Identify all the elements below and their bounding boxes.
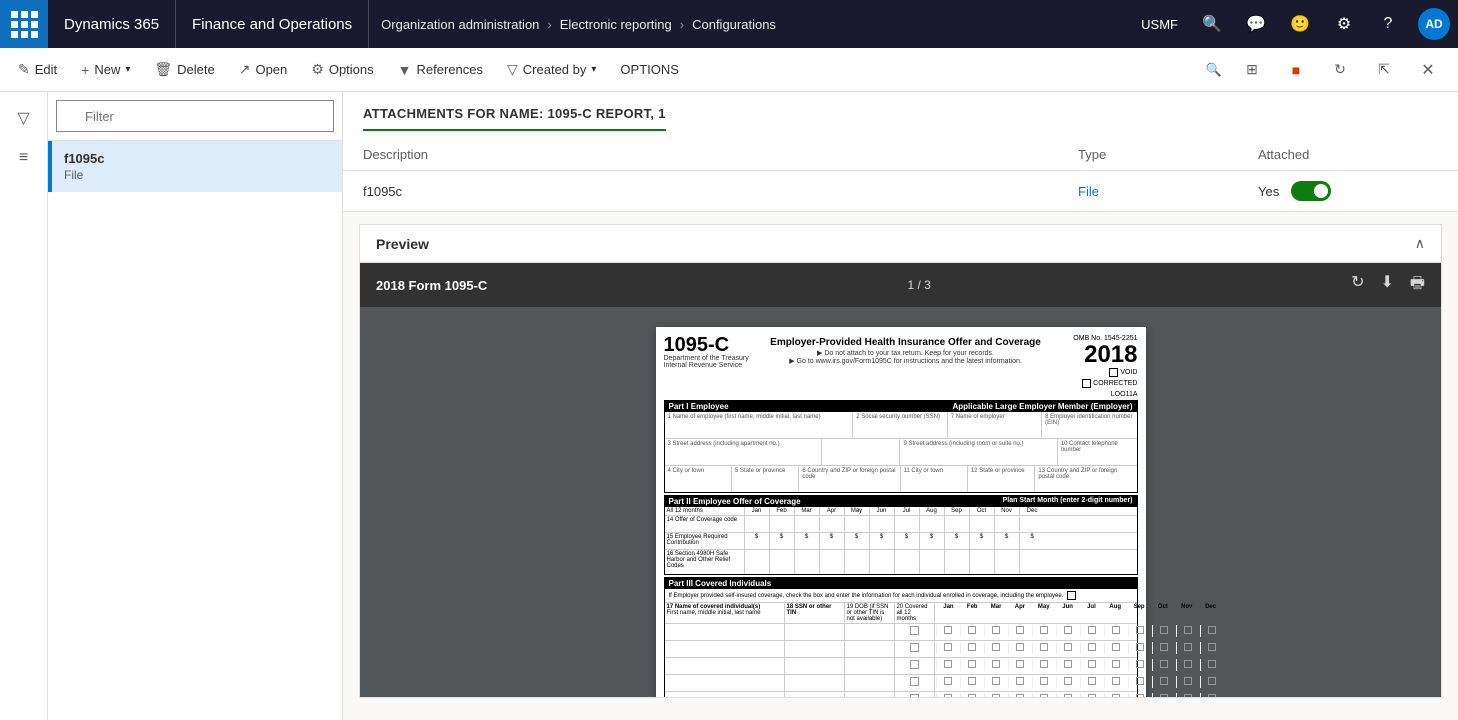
pdf-print-icon[interactable]: 🖶 xyxy=(1410,272,1425,299)
right-content: ATTACHMENTS FOR NAME: 1095-C REPORT, 1 D… xyxy=(343,92,1458,720)
open-new-icon[interactable]: ⇱ xyxy=(1362,46,1406,94)
filter-icon: ▽ xyxy=(507,61,518,78)
breadcrumb-sep2: › xyxy=(676,17,688,32)
smiley-icon-btn[interactable]: 🙂 xyxy=(1278,0,1322,48)
sidebar-menu-icon[interactable]: ≡ xyxy=(6,140,42,176)
dynamics-label[interactable]: Dynamics 365 xyxy=(48,0,176,48)
chat-icon-btn[interactable]: 💬 xyxy=(1234,0,1278,48)
pdf-scroll-area[interactable]: 1095-C Department of the TreasuryInterna… xyxy=(360,307,1441,697)
created-by-dropdown-icon: ▾ xyxy=(591,64,596,75)
breadcrumb-er[interactable]: Electronic reporting xyxy=(556,17,676,32)
options-icon: ⚙ xyxy=(311,61,324,78)
references-icon: ▼ xyxy=(398,62,412,78)
attached-cell: Yes xyxy=(1258,181,1438,201)
pdf-download-icon[interactable]: ⬇ xyxy=(1380,272,1393,299)
row-description: f1095c xyxy=(363,184,1078,199)
options-right-button[interactable]: OPTIONS xyxy=(610,54,689,86)
grid-view-icon[interactable]: ⊞ xyxy=(1230,46,1274,94)
company-label[interactable]: USMF xyxy=(1129,17,1190,32)
preview-section: Preview ∧ 2018 Form 1095-C 1 / 3 ↻ ⬇ 🖶 xyxy=(359,224,1442,698)
list-item[interactable]: f1095c File xyxy=(48,141,342,192)
action-bar-right: 🔍 ⊞ ■ ↻ ⇱ ✕ xyxy=(1198,46,1450,94)
covered-row xyxy=(665,658,1137,675)
refresh-icon[interactable]: ↻ xyxy=(1318,46,1362,94)
sidebar-icons: ▽ ≡ xyxy=(0,92,48,720)
covered-row xyxy=(665,641,1137,658)
col-attached: Attached xyxy=(1258,147,1438,162)
list-item-type: File xyxy=(64,168,330,182)
form-1095c: 1095-C Department of the TreasuryInterna… xyxy=(656,327,1146,697)
left-panel: 🔍 f1095c File xyxy=(48,92,343,720)
filter-box: 🔍 xyxy=(48,92,342,141)
filter-input[interactable] xyxy=(56,100,334,132)
covered-row xyxy=(665,675,1137,692)
delete-icon: 🗑 xyxy=(154,61,172,78)
new-icon: + xyxy=(81,62,89,78)
user-avatar[interactable]: AD xyxy=(1418,8,1450,40)
attached-label: Yes xyxy=(1258,184,1279,199)
apps-button[interactable] xyxy=(0,0,48,48)
col-description: Description xyxy=(363,147,1078,162)
covered-row xyxy=(665,692,1137,697)
open-icon: ↗ xyxy=(239,61,251,78)
row-type-link[interactable]: File xyxy=(1078,184,1258,199)
covered-individuals-rows xyxy=(665,624,1137,697)
help-icon-btn[interactable]: ? xyxy=(1366,0,1410,48)
attachments-table: Description Type Attached f1095c File Ye… xyxy=(343,139,1458,212)
preview-body: 2018 Form 1095-C 1 / 3 ↻ ⬇ 🖶 xyxy=(360,263,1441,697)
breadcrumb-config[interactable]: Configurations xyxy=(688,17,780,32)
pdf-title: 2018 Form 1095-C xyxy=(376,278,487,293)
covered-row xyxy=(665,624,1137,641)
options-button[interactable]: ⚙ Options xyxy=(301,54,383,86)
pdf-content: 1095-C Department of the TreasuryInterna… xyxy=(656,327,1146,697)
settings-icon-btn[interactable]: ⚙ xyxy=(1322,0,1366,48)
delete-button[interactable]: 🗑 Delete xyxy=(144,54,224,86)
references-button[interactable]: ▼ References xyxy=(388,54,493,86)
list-item-name: f1095c xyxy=(64,151,330,166)
pdf-toolbar: 2018 Form 1095-C 1 / 3 ↻ ⬇ 🖶 xyxy=(360,263,1441,307)
edit-button[interactable]: ✎ Edit xyxy=(8,54,67,86)
pdf-toolbar-icons: ↻ ⬇ 🖶 xyxy=(1351,272,1425,299)
new-button[interactable]: + New ▾ xyxy=(71,54,140,86)
main-layout: ▽ ≡ 🔍 f1095c File ATTACHMENTS FOR NAME: … xyxy=(0,92,1458,720)
search-icon-btn[interactable]: 🔍 xyxy=(1190,0,1234,48)
nav-brand: Dynamics 365 Finance and Operations xyxy=(48,0,369,48)
pdf-viewer: 2018 Form 1095-C 1 / 3 ↻ ⬇ 🖶 xyxy=(360,263,1441,697)
pdf-refresh-icon[interactable]: ↻ xyxy=(1351,272,1364,299)
open-button[interactable]: ↗ Open xyxy=(229,54,298,86)
nav-right: USMF 🔍 💬 🙂 ⚙ ? AD xyxy=(1129,0,1458,48)
sidebar-filter-icon[interactable]: ▽ xyxy=(6,100,42,136)
new-dropdown-icon: ▾ xyxy=(125,64,130,75)
attachments-header: ATTACHMENTS FOR NAME: 1095-C REPORT, 1 xyxy=(343,92,1458,139)
toggle-thumb xyxy=(1314,184,1328,198)
preview-header: Preview ∧ xyxy=(360,225,1441,263)
breadcrumb: Organization administration › Electronic… xyxy=(369,17,1129,32)
attached-toggle[interactable] xyxy=(1291,181,1331,201)
table-row: f1095c File Yes xyxy=(343,171,1458,212)
action-search-icon[interactable]: 🔍 xyxy=(1198,54,1230,86)
close-icon[interactable]: ✕ xyxy=(1406,46,1450,94)
table-header: Description Type Attached xyxy=(343,139,1458,171)
action-bar: ✎ Edit + New ▾ 🗑 Delete ↗ Open ⚙ Options… xyxy=(0,48,1458,92)
toggle-track xyxy=(1291,181,1331,201)
breadcrumb-org[interactable]: Organization administration xyxy=(377,17,543,32)
preview-title: Preview xyxy=(376,236,429,252)
finance-label[interactable]: Finance and Operations xyxy=(176,0,369,48)
attachments-title: ATTACHMENTS FOR NAME: 1095-C REPORT, 1 xyxy=(363,106,666,131)
office-icon[interactable]: ■ xyxy=(1274,46,1318,94)
pdf-pages: 1 / 3 xyxy=(507,278,1331,292)
preview-collapse-button[interactable]: ∧ xyxy=(1415,235,1425,252)
created-by-button[interactable]: ▽ Created by ▾ xyxy=(497,54,606,86)
col-type: Type xyxy=(1078,147,1258,162)
top-navigation: Dynamics 365 Finance and Operations Orga… xyxy=(0,0,1458,48)
edit-icon: ✎ xyxy=(18,61,30,78)
breadcrumb-sep1: › xyxy=(543,17,555,32)
filter-wrap: 🔍 xyxy=(56,100,334,132)
